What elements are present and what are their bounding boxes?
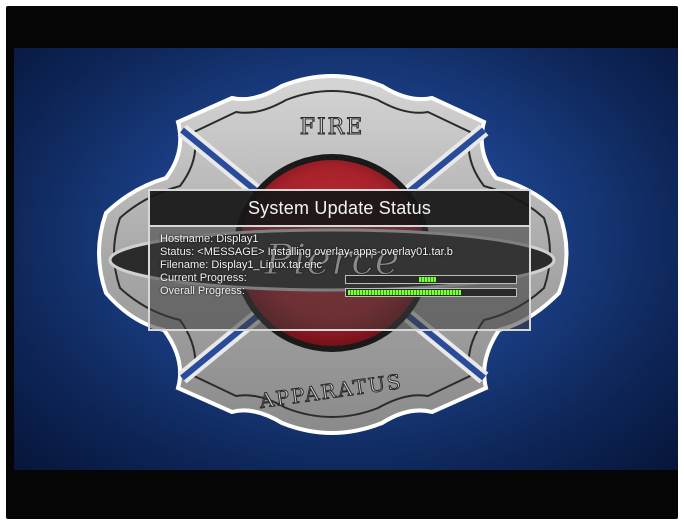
display-screen: Pierce FIRE APPARATUS System Update Stat… xyxy=(14,48,678,470)
emblem-top-text: FIRE xyxy=(300,115,365,140)
current-progress-label: Current Progress: xyxy=(160,272,247,284)
status-line: Status: <MESSAGE> Installing overlay-app… xyxy=(160,246,453,258)
dialog-title: System Update Status xyxy=(150,191,529,227)
overall-progress-fill xyxy=(348,290,461,295)
current-progress-fill xyxy=(419,277,436,282)
photo-frame: Pierce FIRE APPARATUS System Update Stat… xyxy=(0,0,684,525)
filename-line: Filename: Display1_Linux.tar.enc xyxy=(160,259,323,271)
hostname-line: Hostname: Display1 xyxy=(160,233,259,245)
overall-progress-bar xyxy=(345,288,517,297)
current-progress-bar xyxy=(345,275,517,284)
update-status-dialog: System Update Status Hostname: Display1 … xyxy=(148,189,531,331)
overall-progress-label: Overall Progress: xyxy=(160,285,245,297)
